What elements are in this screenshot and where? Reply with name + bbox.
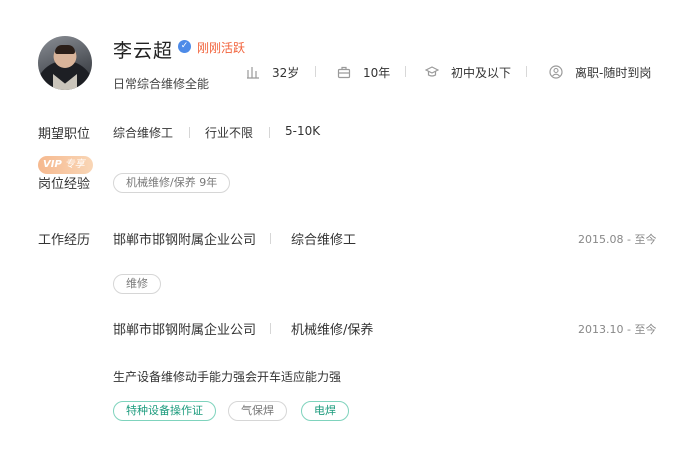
work-entry-period: 2013.10 - 至今 bbox=[578, 323, 657, 336]
avatar-hair bbox=[55, 45, 75, 54]
education-text: 初中及以下 bbox=[451, 65, 512, 80]
experience-text: 10年 bbox=[363, 65, 391, 80]
meta-divider bbox=[526, 66, 527, 77]
meta-age: 32岁 bbox=[246, 64, 299, 80]
work-entry-description: 生产设备维修动手能力强会开车适应能力强 bbox=[113, 370, 342, 384]
work-entry-role: 综合维修工 bbox=[291, 233, 357, 248]
divider bbox=[270, 233, 271, 244]
meta-job-status: 离职-随时到岗 bbox=[549, 64, 651, 80]
meta-experience: 10年 bbox=[337, 64, 390, 80]
avatar[interactable] bbox=[38, 36, 92, 90]
graduation-cap-icon bbox=[425, 66, 439, 77]
expected-role: 综合维修工 bbox=[113, 126, 174, 140]
expected-industry: 行业不限 bbox=[205, 126, 254, 140]
candidate-tagline: 日常综合维修全能 bbox=[113, 77, 210, 91]
person-icon bbox=[549, 65, 563, 79]
work-entry-period: 2015.08 - 至今 bbox=[578, 233, 657, 246]
active-status: 刚刚活跃 bbox=[197, 41, 246, 55]
expected-salary: 5-10K bbox=[285, 124, 321, 138]
divider bbox=[189, 127, 190, 138]
age-text: 32岁 bbox=[272, 65, 300, 80]
verified-icon: ✓ bbox=[178, 40, 191, 53]
job-status-text: 离职-随时到岗 bbox=[575, 65, 652, 80]
meta-divider bbox=[405, 66, 406, 77]
divider bbox=[270, 323, 271, 334]
position-experience-label: 岗位经验 bbox=[38, 177, 91, 192]
work-entry-company[interactable]: 邯郸市邯钢附属企业公司 bbox=[113, 319, 256, 338]
avatar-collar bbox=[53, 74, 77, 90]
vip-exclusive-badge: VIP 专享 bbox=[38, 156, 93, 174]
work-entry-tag: 维修 bbox=[113, 274, 161, 294]
work-entry-company[interactable]: 邯郸市邯钢附属企业公司 bbox=[113, 229, 256, 248]
work-history-label: 工作经历 bbox=[38, 233, 91, 248]
meta-education: 初中及以下 bbox=[425, 64, 511, 80]
skill-tag: 特种设备操作证 bbox=[113, 401, 216, 421]
candidate-name: 李云超 bbox=[113, 40, 174, 62]
meta-divider bbox=[315, 66, 316, 77]
skill-tag: 气保焊 bbox=[228, 401, 287, 421]
height-bars-icon bbox=[247, 67, 259, 79]
position-experience-tag: 机械维修/保养 9年 bbox=[113, 173, 231, 193]
work-entry-role: 机械维修/保养 bbox=[291, 323, 374, 338]
expected-position-label: 期望职位 bbox=[38, 127, 91, 142]
briefcase-icon bbox=[337, 66, 351, 79]
vip-badge-text: 专享 bbox=[64, 159, 85, 170]
skill-tag: 电焊 bbox=[301, 401, 349, 421]
resume-card: 李云超 ✓ 刚刚活跃 日常综合维修全能 32岁 10年 初中及以下 离职-随时到… bbox=[0, 0, 687, 453]
divider bbox=[269, 127, 270, 138]
